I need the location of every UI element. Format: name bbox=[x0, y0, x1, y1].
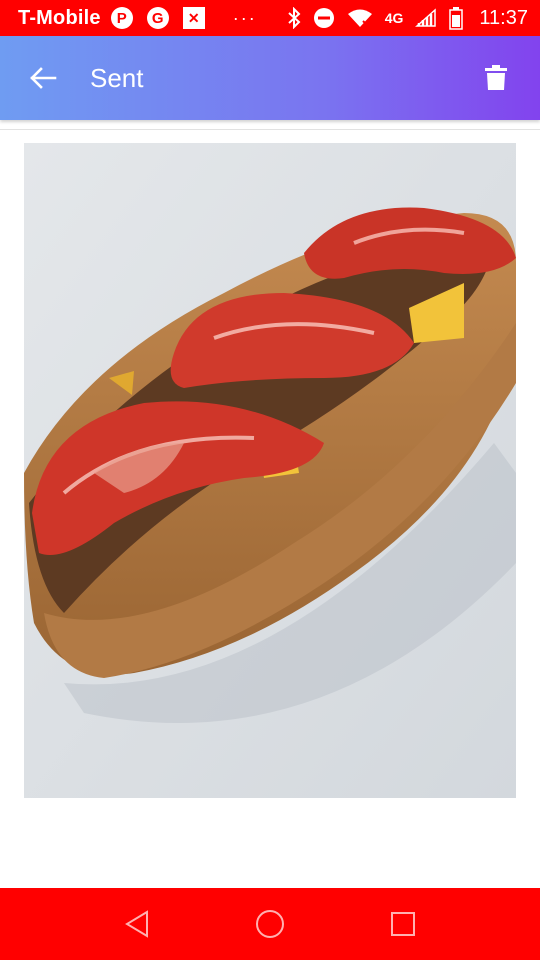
nav-back-button[interactable] bbox=[117, 904, 157, 944]
signal-icon bbox=[415, 8, 437, 27]
bluetooth-icon bbox=[288, 7, 301, 29]
clock: 11:37 bbox=[479, 6, 528, 29]
status-bar: T-Mobile P G ✕ ··· 4G 11:37 bbox=[0, 0, 540, 36]
carrier-name: T-Mobile bbox=[18, 6, 101, 29]
do-not-disturb-icon bbox=[313, 8, 334, 28]
network-type: 4G bbox=[384, 10, 404, 26]
app-bar: Sent bbox=[0, 36, 540, 120]
nav-home-button[interactable] bbox=[250, 904, 290, 944]
back-triangle-icon bbox=[124, 910, 148, 938]
notification-icons: P G ✕ bbox=[110, 7, 205, 29]
delete-button[interactable] bbox=[476, 58, 516, 98]
google-icon: G bbox=[146, 7, 169, 29]
nav-recents-button[interactable] bbox=[383, 904, 423, 944]
back-button[interactable] bbox=[22, 57, 64, 99]
more-notifications-icon: ··· bbox=[232, 7, 257, 28]
system-icons: 4G 11:37 bbox=[287, 6, 528, 30]
pinterest-icon: P bbox=[110, 7, 133, 29]
recents-square-icon bbox=[391, 912, 416, 936]
page-title: Sent bbox=[90, 62, 144, 93]
navigation-bar bbox=[0, 888, 540, 960]
arrow-back-icon bbox=[30, 67, 57, 89]
divider bbox=[0, 129, 540, 130]
sent-photo[interactable] bbox=[24, 143, 516, 798]
home-circle-icon bbox=[255, 910, 284, 938]
fitness-app-icon: ✕ bbox=[182, 7, 205, 29]
wifi-icon bbox=[347, 9, 372, 28]
battery-icon bbox=[449, 7, 464, 30]
trash-icon bbox=[485, 65, 507, 90]
